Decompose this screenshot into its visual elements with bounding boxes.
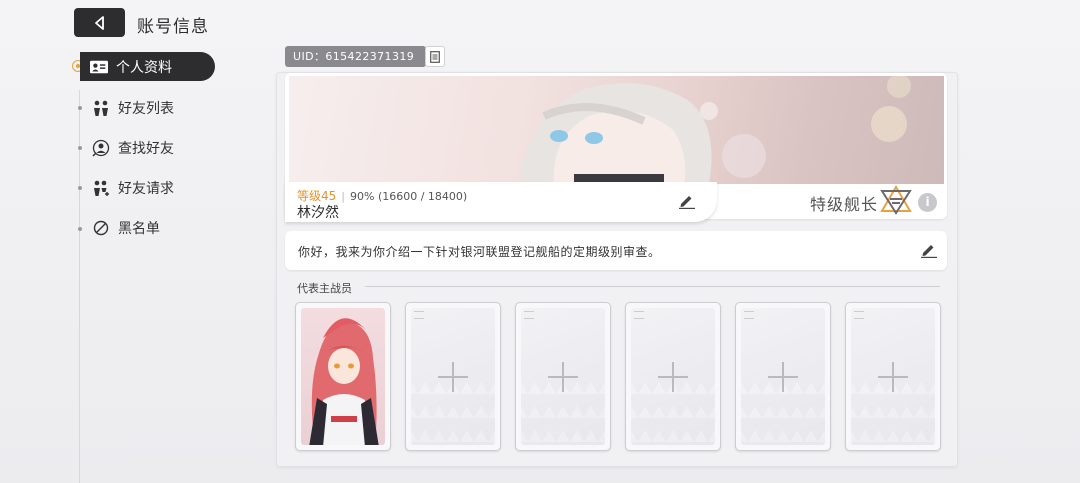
pencil-icon [679,196,695,209]
plus-icon [658,361,688,392]
nav-bullet [78,186,82,190]
nav-label: 黑名单 [118,221,160,237]
back-arrow-icon [94,15,104,30]
nav-item-friend-requests[interactable]: 好友请求 [92,174,174,202]
signature-text: 你好，我来为你介绍一下针对银河联盟登记舰船的定期级别审查。 [298,245,661,259]
copy-icon [430,50,440,63]
uid-label: UID：615422371319 [285,46,427,67]
representative-slot-6[interactable] [845,302,941,451]
section-divider [365,286,940,287]
nav-item-friend-list[interactable]: 好友列表 [92,94,174,122]
nav-item-blacklist[interactable]: 黑名单 [92,214,160,242]
player-name: 林汐然 [297,205,339,221]
nav-bullet [78,106,82,110]
nav-label: 查找好友 [118,141,174,157]
edit-name-button[interactable] [678,193,696,213]
info-icon[interactable]: i [918,193,937,212]
nav-label: 好友列表 [118,101,174,117]
empty-slot-background [411,308,495,445]
empty-slot-background [851,308,935,445]
plus-icon [548,361,578,392]
nav-bullet [78,227,82,231]
page-title: 账号信息 [137,17,209,37]
pencil-icon [921,245,937,258]
character-portrait [301,308,385,445]
friend-request-icon [92,179,110,197]
nav-label: 好友请求 [118,181,174,197]
empty-slot-background [741,308,825,445]
representative-slot-5[interactable] [735,302,831,451]
back-button[interactable] [74,8,125,37]
representative-slot-3[interactable] [515,302,611,451]
find-friend-icon [92,139,110,157]
exp-text: 90% (16600 / 18400) [350,190,468,203]
plus-icon [878,361,908,392]
rank-title: 特级舰长 [810,195,879,214]
friends-icon [92,99,110,117]
plus-icon [768,361,798,392]
edit-signature-button[interactable] [920,242,938,262]
representative-slot-2[interactable] [405,302,501,451]
blacklist-icon [92,219,110,237]
profile-banner[interactable] [289,76,944,184]
copy-uid-button[interactable] [425,46,445,67]
representative-slot-1[interactable] [295,302,391,451]
level-label: 等级45 [297,189,337,203]
banner-illustration [519,76,911,184]
nav-item-find-friend[interactable]: 查找好友 [92,134,174,162]
nav-label: 个人资料 [116,59,172,76]
section-title: 代表主战员 [297,282,352,295]
nav-item-profile[interactable]: 个人资料 [80,52,215,81]
representative-slot-4[interactable] [625,302,721,451]
id-card-icon [90,58,108,76]
rank-badge-icon [879,185,913,219]
empty-slot-background [631,308,715,445]
plus-icon [438,361,468,392]
nav-bullet [78,146,82,150]
empty-slot-background [521,308,605,445]
